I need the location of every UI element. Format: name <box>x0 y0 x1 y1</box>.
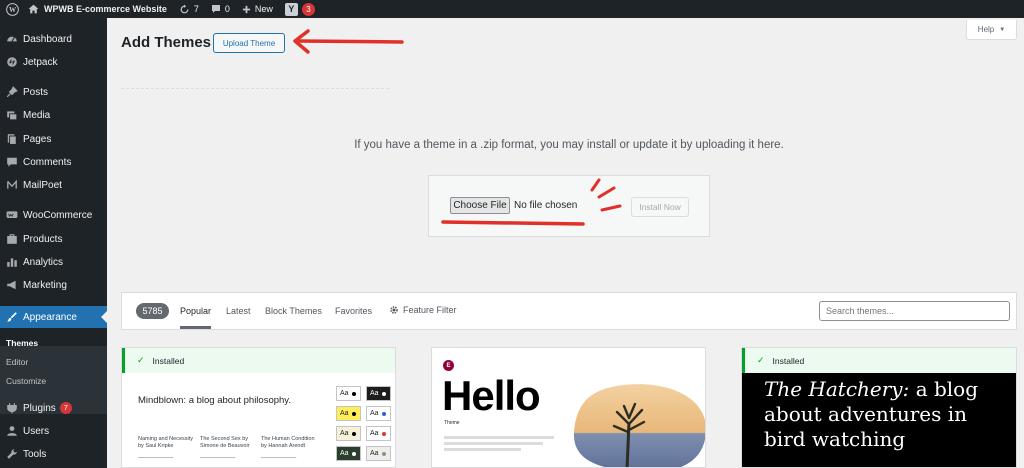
tab-favorites[interactable]: Favorites <box>335 306 372 316</box>
preview-column: The Human Condition by Hannah Arendt ━━━… <box>261 436 323 461</box>
search-themes-input[interactable] <box>819 301 1010 321</box>
theme-card[interactable]: ✓ Installed Mindblown: a blog about phil… <box>121 347 396 468</box>
column-author: by Saul Kripke <box>138 443 174 449</box>
swatch-dot <box>351 451 356 456</box>
column-author: by Hannah Arendt <box>261 443 306 449</box>
column-body: ━━━━━━━━━━━━━ <box>138 455 174 460</box>
style-swatch: Aa <box>366 426 391 441</box>
swatch-dot <box>381 431 386 436</box>
swatch-text: Aa <box>370 390 379 397</box>
theme-preview-title: Hello <box>442 372 541 419</box>
theme-card[interactable]: ✓ Installed The Hatchery: a blog about a… <box>741 347 1017 468</box>
preview-column: Naming and Necessity by Saul Kripke ━━━━… <box>138 436 200 461</box>
theme-preview-subtitle: Theme <box>444 420 460 426</box>
style-swatch: Aa <box>336 446 361 461</box>
swatch-dot <box>351 391 356 396</box>
elementor-logo-icon: E <box>443 360 454 371</box>
check-icon: ✓ <box>137 355 145 365</box>
tab-latest[interactable]: Latest <box>226 306 251 316</box>
theme-card[interactable]: E Hello Theme <box>431 347 706 468</box>
swatch-dot <box>351 431 356 436</box>
theme-preview-title: Mindblown: a blog about philosophy. <box>138 395 291 406</box>
swatch-dot <box>381 391 386 396</box>
column-title: The Second Sex by <box>200 436 249 442</box>
tab-block-themes[interactable]: Block Themes <box>265 306 322 316</box>
landscape-image <box>573 384 705 467</box>
theme-preview-title: The Hatchery: a blog about adventures in… <box>764 377 1004 452</box>
swatch-text: Aa <box>340 450 349 457</box>
preview-column: The Second Sex by Simone de Beauvoir ━━━… <box>200 436 262 461</box>
swatch-text: Aa <box>340 410 349 417</box>
installed-banner: ✓ Installed <box>742 348 1016 373</box>
column-body: ━━━━━━━━━━━━━ <box>200 455 236 460</box>
style-swatch: Aa <box>366 386 391 401</box>
installed-label: Installed <box>772 355 805 366</box>
swatch-text: Aa <box>370 450 379 457</box>
title-italic: The Hatchery: <box>764 377 910 401</box>
style-swatch: Aa <box>336 426 361 441</box>
style-swatch: Aa <box>366 406 391 421</box>
style-swatch: Aa <box>336 406 361 421</box>
check-icon: ✓ <box>757 355 765 365</box>
current-tab-indicator <box>180 326 211 329</box>
feature-filter-label: Feature Filter <box>403 305 457 315</box>
swatch-text: Aa <box>340 390 349 397</box>
swatch-text: Aa <box>370 430 379 437</box>
installed-banner: ✓ Installed <box>122 348 395 373</box>
swatch-text: Aa <box>340 430 349 437</box>
swatch-dot <box>381 451 386 456</box>
column-title: The Human Condition <box>261 436 315 442</box>
installed-label: Installed <box>152 355 185 366</box>
column-title: Naming and Necessity <box>138 436 194 442</box>
swatch-dot <box>381 411 386 416</box>
gear-icon <box>390 306 398 314</box>
preview-text-lines <box>444 436 554 454</box>
style-swatch: Aa <box>336 386 361 401</box>
theme-count: 5785 <box>136 303 169 319</box>
style-swatch: Aa <box>366 446 391 461</box>
column-body: ━━━━━━━━━━━━━ <box>261 455 297 460</box>
swatch-dot <box>351 411 356 416</box>
column-author: Simone de Beauvoir <box>200 443 250 449</box>
swatch-text: Aa <box>370 410 379 417</box>
tab-popular[interactable]: Popular <box>180 306 211 316</box>
feature-filter-button[interactable]: Feature Filter <box>389 305 457 315</box>
